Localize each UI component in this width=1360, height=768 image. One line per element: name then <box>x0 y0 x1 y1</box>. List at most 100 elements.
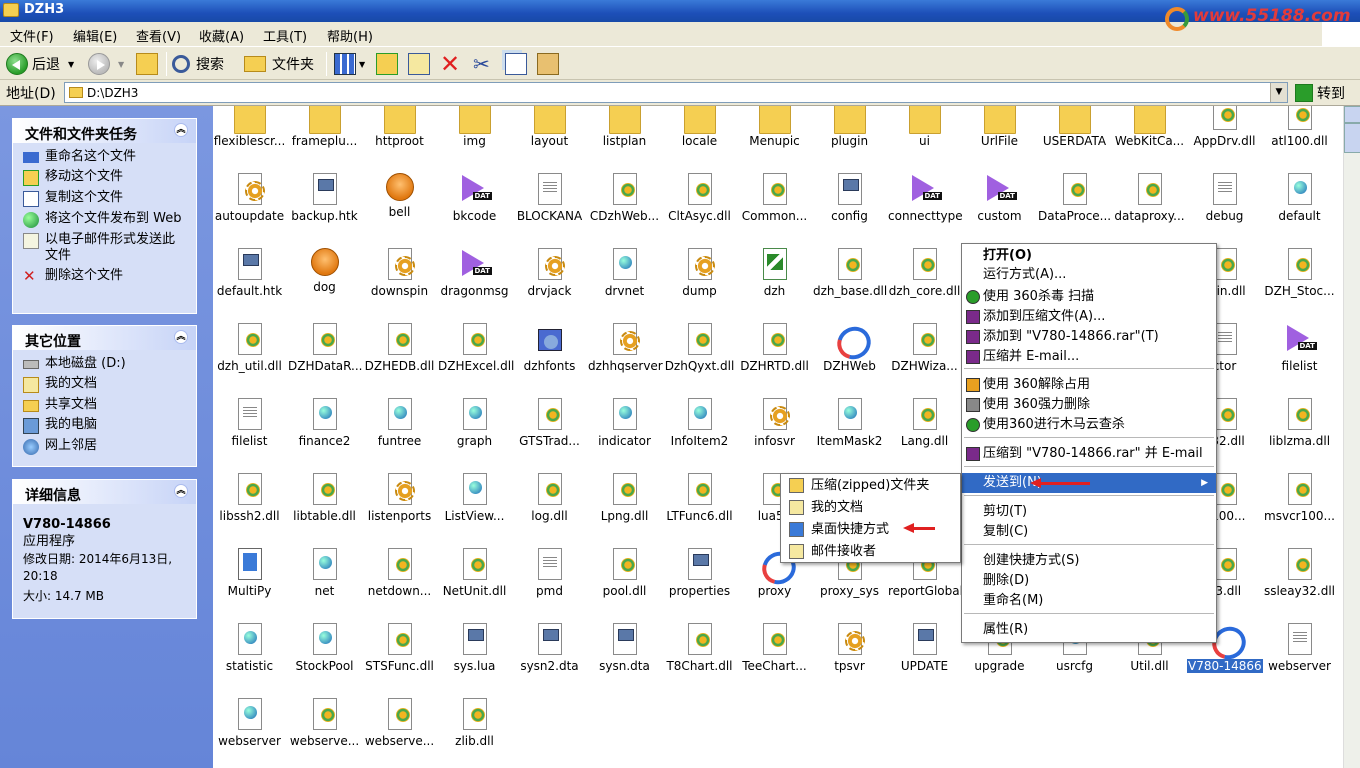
file-item[interactable]: filelist <box>1262 323 1337 373</box>
search-button[interactable]: 搜索 <box>172 51 224 77</box>
file-item[interactable]: ListView... <box>437 473 512 523</box>
context-menu-item[interactable]: 使用360进行木马云查杀 <box>962 415 1216 435</box>
task-delete[interactable]: ✕ 删除这个文件 <box>23 268 186 285</box>
file-item[interactable]: finance2 <box>287 398 362 448</box>
file-item[interactable]: webserver <box>1262 623 1337 673</box>
file-item[interactable]: downspin <box>362 248 437 298</box>
file-item[interactable]: backup.htk <box>287 173 362 223</box>
move-to-button[interactable] <box>376 51 398 77</box>
file-item[interactable]: liblzma.dll <box>1262 398 1337 448</box>
cut-button[interactable]: ✂ <box>473 51 490 77</box>
file-item[interactable]: dog <box>287 248 362 294</box>
file-item[interactable]: webserve... <box>362 698 437 748</box>
up-folder-button[interactable] <box>136 51 158 77</box>
forward-button[interactable]: ▼ <box>88 51 124 77</box>
file-item[interactable]: autoupdate <box>213 173 287 223</box>
context-menu-item[interactable]: 打开(O) <box>962 246 1216 266</box>
file-item[interactable]: webserver <box>213 698 287 748</box>
file-item[interactable]: libtable.dll <box>287 473 362 523</box>
copy-button[interactable] <box>505 51 527 77</box>
file-item[interactable]: webserve... <box>287 698 362 748</box>
task-publish-web[interactable]: 将这个文件发布到 Web <box>23 211 186 228</box>
context-menu-item[interactable]: 使用 360杀毒 扫描 <box>962 287 1216 307</box>
send-to-item[interactable]: 邮件接收者 <box>781 541 960 562</box>
details-header[interactable]: 详细信息 ︽ <box>13 480 196 504</box>
place-my-documents[interactable]: 我的文档 <box>23 376 186 393</box>
file-item[interactable]: BLOCKANA <box>512 173 587 223</box>
task-copy[interactable]: 复制这个文件 <box>23 190 186 207</box>
file-item[interactable]: indicator <box>587 398 662 448</box>
file-item[interactable]: DzhQyxt.dll <box>662 323 737 373</box>
menu-help[interactable]: 帮助(H) <box>327 26 373 45</box>
file-item[interactable]: StockPool <box>287 623 362 673</box>
file-item[interactable]: GTSTrad... <box>512 398 587 448</box>
file-item[interactable]: plugin <box>812 106 887 148</box>
views-button[interactable]: ▼ <box>334 51 365 77</box>
file-item[interactable]: funtree <box>362 398 437 448</box>
send-to-item[interactable]: 压缩(zipped)文件夹 <box>781 475 960 496</box>
send-to-item[interactable]: 我的文档 <box>781 497 960 518</box>
context-menu-item[interactable]: 压缩到 "V780-14866.rar" 并 E-mail <box>962 444 1216 464</box>
file-item[interactable]: TeeChart... <box>737 623 812 673</box>
file-item[interactable]: listplan <box>587 106 662 148</box>
place-local-disk[interactable]: 本地磁盘 (D:) <box>23 356 186 372</box>
file-item[interactable]: pool.dll <box>587 548 662 598</box>
file-item[interactable]: net <box>287 548 362 598</box>
menu-tools[interactable]: 工具(T) <box>263 26 307 45</box>
collapse-chevron-icon[interactable]: ︽ <box>174 330 188 344</box>
file-item[interactable]: WebKitCa... <box>1112 106 1187 148</box>
file-item[interactable]: sysn.dta <box>587 623 662 673</box>
file-item[interactable]: AppDrv.dll <box>1187 106 1262 148</box>
menu-edit[interactable]: 编辑(E) <box>73 26 117 45</box>
file-item[interactable]: dzh <box>737 248 812 298</box>
context-menu-item[interactable]: 压缩并 E-mail... <box>962 347 1216 367</box>
file-item[interactable]: custom <box>962 173 1037 223</box>
address-input[interactable]: D:\DZH3 ▼ <box>64 82 1288 103</box>
collapse-chevron-icon[interactable]: ︽ <box>174 484 188 498</box>
file-item[interactable]: img <box>437 106 512 148</box>
file-item[interactable]: ssleay32.dll <box>1262 548 1337 598</box>
file-item[interactable]: zlib.dll <box>437 698 512 748</box>
file-item[interactable]: sysn2.dta <box>512 623 587 673</box>
other-places-header[interactable]: 其它位置 ︽ <box>13 326 196 350</box>
file-item[interactable]: msvcr100... <box>1262 473 1337 523</box>
file-item[interactable]: filelist <box>213 398 287 448</box>
context-menu-item[interactable]: 使用 360强力删除 <box>962 395 1216 415</box>
file-item[interactable]: listenports <box>362 473 437 523</box>
file-item[interactable]: default.htk <box>213 248 287 298</box>
copy-to-button[interactable] <box>408 51 430 77</box>
file-item[interactable]: flexiblescr... <box>213 106 287 148</box>
scroll-thumb[interactable] <box>1344 123 1360 153</box>
file-item[interactable]: DZHWiza... <box>887 323 962 373</box>
file-item[interactable]: InfoItem2 <box>662 398 737 448</box>
place-network[interactable]: 网上邻居 <box>23 438 186 455</box>
task-email[interactable]: 以电子邮件形式发送此文件 <box>23 232 186 264</box>
file-item[interactable]: infosvr <box>737 398 812 448</box>
context-menu-item[interactable]: 剪切(T) <box>962 502 1216 522</box>
file-item[interactable]: ui <box>887 106 962 148</box>
file-item[interactable]: netdown... <box>362 548 437 598</box>
file-item[interactable]: dzh_core.dll <box>887 248 962 298</box>
context-menu-item[interactable]: 复制(C) <box>962 522 1216 542</box>
folders-button[interactable]: 文件夹 <box>244 51 314 77</box>
context-menu-item[interactable]: 运行方式(A)... <box>962 265 1216 285</box>
file-item[interactable]: bkcode <box>437 173 512 223</box>
file-item[interactable]: NetUnit.dll <box>437 548 512 598</box>
context-menu-item[interactable]: 重命名(M) <box>962 591 1216 611</box>
file-item[interactable]: default <box>1262 173 1337 223</box>
file-item[interactable]: drvjack <box>512 248 587 298</box>
context-menu-item[interactable]: 添加到 "V780-14866.rar"(T) <box>962 327 1216 347</box>
file-item[interactable]: tpsvr <box>812 623 887 673</box>
file-item[interactable]: debug <box>1187 173 1262 223</box>
file-item[interactable]: dragonmsg <box>437 248 512 298</box>
file-item[interactable]: DZHDataR... <box>287 323 363 373</box>
file-item[interactable]: T8Chart.dll <box>662 623 737 673</box>
file-item[interactable]: dzhhqserver <box>587 323 663 373</box>
file-item[interactable]: DataProce... <box>1037 173 1112 223</box>
file-tasks-header[interactable]: 文件和文件夹任务 ︽ <box>13 119 196 143</box>
file-item[interactable]: UrlFile <box>962 106 1037 148</box>
task-move[interactable]: 移动这个文件 <box>23 169 186 186</box>
file-item[interactable]: httproot <box>362 106 437 148</box>
place-my-computer[interactable]: 我的电脑 <box>23 417 186 434</box>
go-button[interactable]: 转到 <box>1295 83 1345 103</box>
